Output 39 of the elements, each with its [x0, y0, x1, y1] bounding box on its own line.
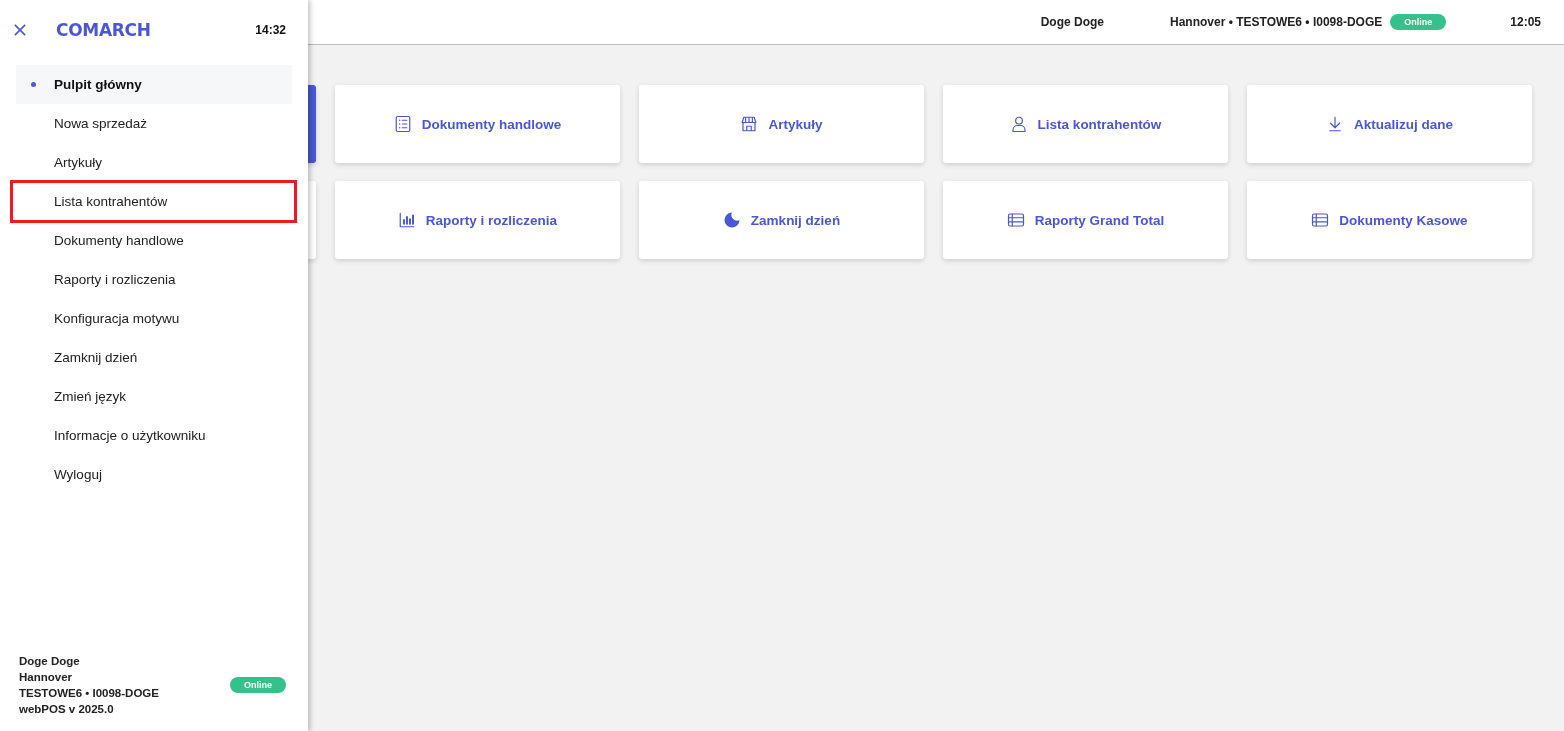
info-text: Hannover — [19, 670, 74, 685]
logo-text: COMARCH — [56, 20, 151, 40]
info-text: Doge Doge — [19, 654, 81, 669]
tile-button[interactable]: Dokumenty Kasowe — [1247, 181, 1532, 259]
status-badge: Online — [1390, 14, 1447, 30]
menu-item[interactable]: Dokumenty handlowe — [16, 221, 292, 260]
tile-button[interactable]: Raporty i rozliczenia — [335, 181, 620, 259]
tile-button[interactable]: Raporty Grand Total — [943, 181, 1228, 259]
menu-item[interactable]: Artykuły — [16, 143, 292, 182]
bar-chart-icon — [397, 211, 416, 229]
tile-button[interactable]: Artykuły — [639, 85, 924, 163]
tile-button[interactable]: Zamknij dzień — [639, 181, 924, 259]
close-icon[interactable] — [14, 24, 26, 36]
tile-button[interactable]: Dokumenty handlowe — [335, 85, 620, 163]
download-icon — [1326, 115, 1344, 133]
user-name: Doge Doge — [1040, 15, 1105, 29]
menu-item[interactable]: Informacje o użytkowniku — [16, 416, 292, 455]
clock-time: 12:05 — [1510, 15, 1541, 29]
moon-icon — [722, 211, 741, 229]
info-text: webPOS v 2025.0 — [19, 702, 115, 717]
menu-item[interactable]: Zmień język — [16, 377, 292, 416]
menu-item[interactable]: Wyloguj — [16, 455, 292, 494]
menu-item[interactable]: Pulpit główny — [16, 65, 292, 104]
table-icon — [1311, 211, 1330, 229]
tile-button[interactable]: Lista kontrahentów — [943, 85, 1228, 163]
status-badge: Online — [230, 677, 286, 693]
location-text: Hannover • TESTOWE6 • I0098-DOGE — [1170, 15, 1383, 29]
table-icon — [1006, 211, 1025, 229]
tile-button[interactable]: Aktualizuj dane — [1247, 85, 1532, 163]
menu-item[interactable]: Raporty i rozliczenia — [16, 260, 292, 299]
menu-item[interactable]: Konfiguracja motywu — [16, 299, 292, 338]
menu-item[interactable]: Lista kontrahentów — [12, 182, 295, 221]
clock-time: 14:32 — [255, 23, 286, 37]
store-icon — [740, 115, 759, 133]
menu-item[interactable]: Zamknij dzień — [16, 338, 292, 377]
info-text: TESTOWE6 • I0098-DOGE — [19, 686, 159, 701]
menu-item[interactable]: Nowa sprzedaż — [16, 104, 292, 143]
person-icon — [1009, 115, 1028, 133]
list-icon — [393, 115, 412, 133]
